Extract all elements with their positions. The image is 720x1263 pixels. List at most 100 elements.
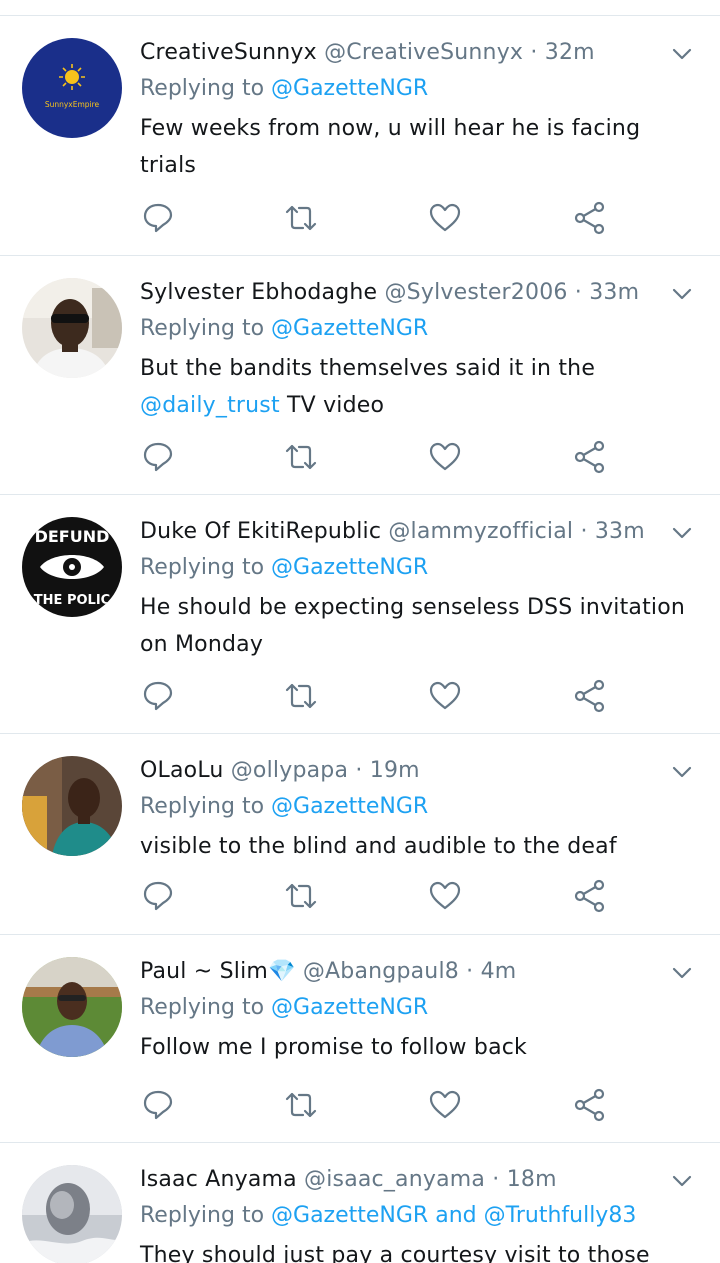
heart-icon[interactable] [428,879,462,913]
mention-link[interactable]: @daily_trust [140,393,280,418]
tweet-text: Few weeks from now, u will hear he is fa… [140,116,641,178]
timestamp[interactable]: 32m [545,40,595,65]
reply-icon[interactable] [141,679,175,713]
avatar-bottom-text: THE POLIC [34,593,110,608]
share-icon[interactable] [573,440,607,474]
retweet-icon[interactable] [284,201,318,235]
reply-icon[interactable] [141,201,175,235]
avatar[interactable] [22,756,122,856]
share-icon[interactable] [573,1088,607,1122]
replying-to-label: Replying to [140,1203,265,1228]
reply-icon[interactable] [141,1088,175,1122]
separator-dot: · [466,959,474,984]
replying-to-label: Replying to [140,76,265,101]
tweet-reply[interactable]: SunnyxEmpire CreativeSunnyx @CreativeSun… [0,16,720,256]
display-name[interactable]: OLaoLu [140,758,224,783]
retweet-icon[interactable] [284,440,318,474]
retweet-icon[interactable] [284,679,318,713]
tweet-header: OLaoLu @ollypapa · 19m [140,754,660,788]
mention-link[interactable]: @GazetteNGR [271,555,428,580]
avatar[interactable] [22,1165,122,1263]
avatar[interactable] [22,957,122,1057]
replying-to: Replying to @GazetteNGR [140,312,428,346]
display-name[interactable]: Duke Of EkitiRepublic [140,519,381,544]
tweet-reply[interactable]: Paul ~ Slim💎 @Abangpaul8 · 4m Replying t… [0,935,720,1143]
tweet-header: Paul ~ Slim💎 @Abangpaul8 · 4m [140,955,660,989]
heart-icon[interactable] [428,679,462,713]
timestamp[interactable]: 33m [589,280,639,305]
mention-link[interactable]: @GazetteNGR [271,1203,428,1228]
timestamp[interactable]: 18m [507,1167,557,1192]
user-handle[interactable]: @isaac_anyama [304,1167,485,1192]
separator-dot: · [574,280,582,305]
replying-to-label: Replying to [140,995,265,1020]
tweet-text-part: TV video [287,393,385,418]
tweet-text: visible to the blind and audible to the … [140,834,617,859]
avatar[interactable]: SunnyxEmpire [22,38,122,138]
tweet-reply[interactable]: DEFUND THE POLIC Duke Of EkitiRepublic @… [0,495,720,734]
chevron-down-icon[interactable] [670,961,694,985]
share-icon[interactable] [573,879,607,913]
chevron-down-icon[interactable] [670,1169,694,1193]
replying-to: Replying to @GazetteNGR [140,991,428,1025]
separator-dot: · [492,1167,500,1192]
mention-link[interactable]: @GazetteNGR [271,316,428,341]
user-handle[interactable]: @Abangpaul8 [303,959,459,984]
heart-icon[interactable] [428,201,462,235]
share-icon[interactable] [573,201,607,235]
chevron-down-icon[interactable] [670,282,694,306]
tweet-reply[interactable]: Isaac Anyama @isaac_anyama · 18m Replyin… [0,1143,720,1263]
user-handle[interactable]: @CreativeSunnyx [324,40,523,65]
avatar-logo-text: SunnyxEmpire [45,100,100,109]
replying-to-label: Replying to [140,794,265,819]
mention-link[interactable]: @GazetteNGR [271,995,428,1020]
display-name[interactable]: Isaac Anyama [140,1167,297,1192]
display-name[interactable]: Sylvester Ebhodaghe [140,280,377,305]
avatar-top-text: DEFUND [35,527,110,546]
separator-dot: · [530,40,538,65]
mention-link[interactable]: @GazetteNGR [271,794,428,819]
retweet-icon[interactable] [284,1088,318,1122]
replying-to: Replying to @GazetteNGR [140,551,428,585]
timestamp[interactable]: 4m [481,959,517,984]
timestamp[interactable]: 19m [370,758,420,783]
display-name[interactable]: Paul ~ Slim💎 [140,959,296,984]
chevron-down-icon[interactable] [670,760,694,784]
action-bar [0,201,720,241]
user-handle[interactable]: @ollypapa [231,758,348,783]
retweet-icon[interactable] [284,879,318,913]
heart-icon[interactable] [428,440,462,474]
timestamp[interactable]: 33m [595,519,645,544]
user-handle[interactable]: @lammyzofficial [388,519,573,544]
replying-to: Replying to @GazetteNGR [140,72,428,106]
mention-link[interactable]: @Truthfully83 [484,1203,637,1228]
replying-to-label: Replying to [140,316,265,341]
action-bar [0,679,720,719]
replying-and: and [435,1203,477,1228]
tweet-text: Follow me I promise to follow back [140,1035,527,1060]
tweet-header: Duke Of EkitiRepublic @lammyzofficial · … [140,515,660,549]
tweet-reply[interactable]: OLaoLu @ollypapa · 19m Replying to @Gaze… [0,734,720,935]
replying-to-label: Replying to [140,555,265,580]
tweet-text: He should be expecting senseless DSS inv… [140,595,686,657]
tweet-header: Isaac Anyama @isaac_anyama · 18m [140,1163,660,1197]
separator-dot: · [355,758,363,783]
share-icon[interactable] [573,679,607,713]
tweet-text: They should just pay a courtesy visit to… [140,1243,650,1263]
reply-icon[interactable] [141,879,175,913]
tweet-reply[interactable]: Sylvester Ebhodaghe @Sylvester2006 · 33m… [0,256,720,495]
avatar[interactable]: DEFUND THE POLIC [22,517,122,617]
user-handle[interactable]: @Sylvester2006 [384,280,567,305]
tweet-text: But the bandits themselves said it in th… [140,350,610,424]
action-bar [0,440,720,480]
chevron-down-icon[interactable] [670,42,694,66]
avatar[interactable] [22,278,122,378]
mention-link[interactable]: @GazetteNGR [271,76,428,101]
display-name[interactable]: CreativeSunnyx [140,40,317,65]
chevron-down-icon[interactable] [670,521,694,545]
tweet-text-part: But the bandits themselves said it in th… [140,356,596,381]
action-bar [0,879,720,919]
reply-icon[interactable] [141,440,175,474]
action-bar [0,1088,720,1128]
heart-icon[interactable] [428,1088,462,1122]
